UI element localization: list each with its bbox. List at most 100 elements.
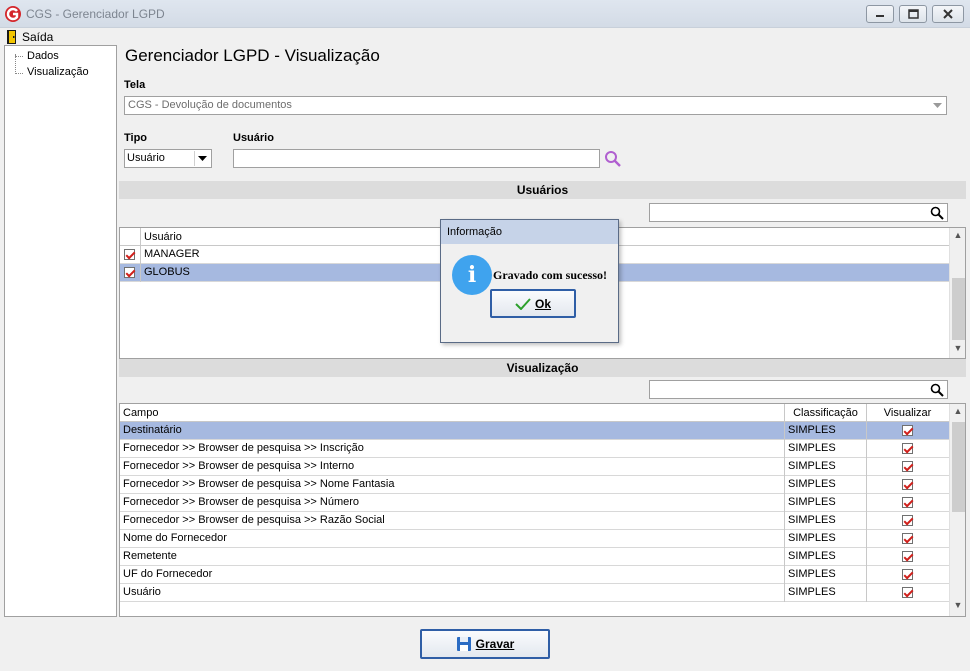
tipo-select-value: Usuário <box>127 152 165 164</box>
table-row[interactable]: Fornecedor >> Browser de pesquisa >> Raz… <box>120 512 949 530</box>
table-row[interactable]: Destinatário SIMPLES <box>120 422 949 440</box>
row-checkbox[interactable] <box>124 267 135 278</box>
classificacao-cell: SIMPLES <box>784 494 866 512</box>
visualizar-cell <box>866 530 948 548</box>
visualizar-cell <box>866 494 948 512</box>
scroll-down-icon[interactable]: ▼ <box>950 343 965 357</box>
visualizar-checkbox[interactable] <box>902 515 913 526</box>
page-title: Gerenciador LGPD - Visualização <box>125 46 380 65</box>
visualizar-checkbox[interactable] <box>902 425 913 436</box>
table-row[interactable]: Fornecedor >> Browser de pesquisa >> Ins… <box>120 440 949 458</box>
campo-cell: Fornecedor >> Browser de pesquisa >> Raz… <box>123 514 385 526</box>
maximize-button[interactable] <box>899 5 927 23</box>
visualizar-checkbox[interactable] <box>902 443 913 454</box>
dialog-title: Informação <box>441 220 618 244</box>
tree-connector <box>15 54 16 74</box>
tipo-select[interactable]: Usuário <box>124 149 212 168</box>
gravar-button[interactable]: Gravar <box>420 629 550 659</box>
navigation-tree: Dados Visualização <box>4 45 117 617</box>
tela-select-value: CGS - Devolução de documentos <box>128 99 292 111</box>
scroll-down-icon[interactable]: ▼ <box>950 600 965 614</box>
classificacao-cell: SIMPLES <box>784 458 866 476</box>
usuarios-scrollbar[interactable]: ▲ ▼ <box>949 228 965 358</box>
classificacao-cell: SIMPLES <box>784 440 866 458</box>
campo-cell: Nome do Fornecedor <box>123 532 227 544</box>
visualizar-checkbox[interactable] <box>902 587 913 598</box>
minimize-icon <box>876 15 884 17</box>
classificacao-cell: SIMPLES <box>784 530 866 548</box>
visualizar-checkbox[interactable] <box>902 479 913 490</box>
chevron-down-icon <box>194 151 210 166</box>
scrollbar-thumb[interactable] <box>952 422 965 512</box>
visualizar-checkbox[interactable] <box>902 461 913 472</box>
visualizar-cell <box>866 566 948 584</box>
search-icon[interactable] <box>604 150 622 168</box>
window-title: CGS - Gerenciador LGPD <box>26 7 165 21</box>
scroll-up-icon[interactable]: ▲ <box>950 406 965 420</box>
usuarios-section-header: Usuários <box>119 181 966 199</box>
search-icon[interactable] <box>930 383 944 397</box>
row-checkbox[interactable] <box>124 249 135 260</box>
visualizar-checkbox[interactable] <box>902 569 913 580</box>
menu-bar: Saída <box>0 28 970 45</box>
visualizar-cell <box>866 584 948 602</box>
table-row[interactable]: UF do Fornecedor SIMPLES <box>120 566 949 584</box>
ok-button[interactable]: Ok <box>490 289 576 318</box>
visualizar-cell <box>866 440 948 458</box>
usuario-label: Usuário <box>233 132 274 144</box>
visualizar-checkbox[interactable] <box>902 533 913 544</box>
table-row[interactable]: Usuário SIMPLES <box>120 584 949 602</box>
close-button[interactable] <box>932 5 964 23</box>
classificacao-cell: SIMPLES <box>784 512 866 530</box>
ok-label: Ok <box>534 296 551 311</box>
campo-cell: Destinatário <box>123 424 182 436</box>
tree-item-visualizacao[interactable]: Visualização <box>27 66 89 78</box>
visualizacao-scrollbar[interactable]: ▲ ▼ <box>949 404 965 616</box>
campo-cell: Usuário <box>123 586 161 598</box>
visualizar-cell <box>866 458 948 476</box>
usuario-input[interactable] <box>233 149 600 168</box>
visualizar-checkbox[interactable] <box>902 551 913 562</box>
info-dialog: Informação i Gravado com sucesso! Ok <box>440 219 619 343</box>
minimize-button[interactable] <box>866 5 894 23</box>
visualizacao-section-header: Visualização <box>119 359 966 377</box>
close-icon <box>943 9 953 19</box>
tree-item-dados[interactable]: Dados <box>27 50 59 62</box>
campo-cell: Fornecedor >> Browser de pesquisa >> Ins… <box>123 442 364 454</box>
search-icon[interactable] <box>930 206 944 220</box>
checkmark-icon <box>515 297 531 310</box>
table-row[interactable]: Nome do Fornecedor SIMPLES <box>120 530 949 548</box>
table-row[interactable]: Fornecedor >> Browser de pesquisa >> Nom… <box>120 476 949 494</box>
usuarios-search-input[interactable] <box>649 203 948 222</box>
classificacao-cell: SIMPLES <box>784 548 866 566</box>
visualizar-cell <box>866 512 948 530</box>
chevron-down-icon <box>929 98 945 113</box>
app-logo-icon <box>5 6 21 22</box>
visualizacao-search-input[interactable] <box>649 380 948 399</box>
visualizacao-grid: Campo Classificação Visualizar Destinatá… <box>119 403 966 617</box>
column-header-visualizar[interactable]: Visualizar <box>866 404 948 422</box>
menu-item-saida[interactable]: Saída <box>6 28 53 45</box>
table-row[interactable]: Remetente SIMPLES <box>120 548 949 566</box>
tree-connector <box>15 73 23 74</box>
exit-door-icon <box>7 29 16 44</box>
tipo-label: Tipo <box>124 132 148 144</box>
campo-cell: Fornecedor >> Browser de pesquisa >> Int… <box>123 460 355 472</box>
visualizar-cell <box>866 548 948 566</box>
tree-connector <box>15 56 23 57</box>
scroll-up-icon[interactable]: ▲ <box>950 230 965 244</box>
visualizar-checkbox[interactable] <box>902 497 913 508</box>
classificacao-cell: SIMPLES <box>784 422 866 440</box>
column-header-campo[interactable]: Campo <box>120 404 784 422</box>
column-header-classificacao[interactable]: Classificação <box>784 404 866 422</box>
visualizar-cell <box>866 476 948 494</box>
tela-select[interactable]: CGS - Devolução de documentos <box>124 96 947 115</box>
table-row[interactable]: Fornecedor >> Browser de pesquisa >> Int… <box>120 458 949 476</box>
table-row[interactable]: Fornecedor >> Browser de pesquisa >> Núm… <box>120 494 949 512</box>
save-icon <box>456 637 471 651</box>
visualizar-cell <box>866 422 948 440</box>
campo-cell: Remetente <box>123 550 177 562</box>
classificacao-cell: SIMPLES <box>784 584 866 602</box>
campo-cell: Fornecedor >> Browser de pesquisa >> Nom… <box>123 478 395 490</box>
scrollbar-thumb[interactable] <box>952 278 965 340</box>
